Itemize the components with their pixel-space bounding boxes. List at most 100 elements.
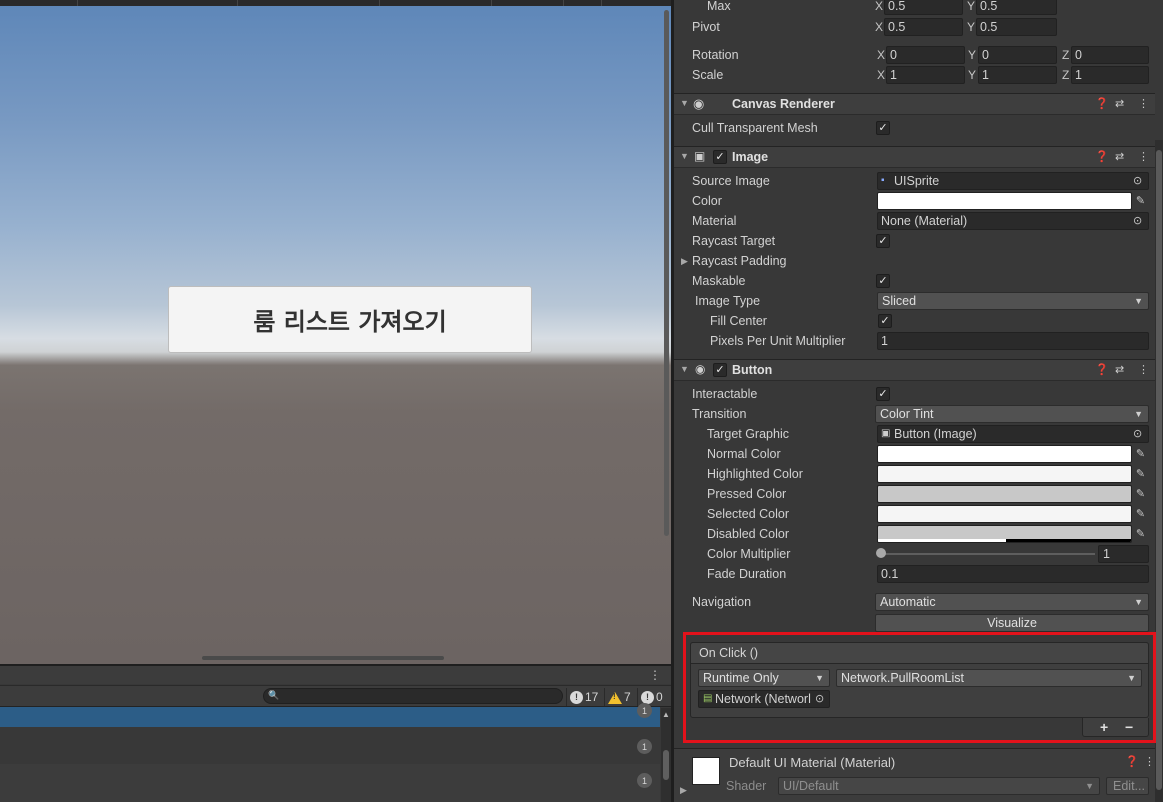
max-x-field[interactable]: 0.5: [884, 0, 963, 15]
chevron-down-icon: ▼: [1134, 296, 1143, 306]
pivot-x-field[interactable]: 0.5: [884, 18, 963, 36]
canvas-renderer-header[interactable]: ▼ ◉ Canvas Renderer ❓ ⇄ ⋮: [674, 93, 1155, 115]
console-menu-icon[interactable]: ⋮: [649, 668, 661, 682]
eyedropper-icon[interactable]: ✎: [1132, 485, 1149, 503]
highlighted-color-field[interactable]: [877, 465, 1132, 483]
object-picker-icon[interactable]: ⊙: [1133, 214, 1142, 227]
button-enabled-checkbox[interactable]: ✓: [713, 363, 727, 377]
scale-x-field[interactable]: 1: [886, 66, 965, 84]
shader-edit-button[interactable]: Edit...: [1106, 777, 1149, 795]
rotation-y-field[interactable]: 0: [978, 46, 1057, 64]
console-log-row[interactable]: 1: [0, 736, 660, 756]
cull-transparent-checkbox[interactable]: ✓: [876, 121, 890, 135]
scene-tab[interactable]: [238, 0, 380, 6]
console-search-input[interactable]: 🔍: [263, 688, 563, 704]
object-picker-icon[interactable]: ⊙: [1133, 174, 1142, 187]
more-icon[interactable]: ⋮: [1138, 97, 1149, 110]
scale-z-field[interactable]: 1: [1071, 66, 1149, 84]
scale-label: Scale: [692, 68, 724, 82]
image-type-dropdown[interactable]: Sliced ▼: [877, 292, 1149, 310]
rotation-x-field[interactable]: 0: [886, 46, 965, 64]
scene-tab[interactable]: [380, 0, 492, 6]
preset-icon[interactable]: ⇄: [1115, 97, 1124, 110]
scroll-up-icon[interactable]: ▲: [662, 710, 670, 719]
color-multiplier-label: Color Multiplier: [707, 547, 791, 561]
button-header[interactable]: ▼ ◉ ✓ Button ❓ ⇄ ⋮: [674, 359, 1155, 381]
image-enabled-checkbox[interactable]: ✓: [713, 150, 727, 164]
inspector-scroll-thumb[interactable]: [1156, 150, 1162, 790]
pressed-color-field[interactable]: [877, 485, 1132, 503]
more-icon[interactable]: ⋮: [1144, 755, 1155, 768]
help-icon[interactable]: ❓: [1095, 363, 1109, 376]
eyedropper-icon[interactable]: ✎: [1132, 445, 1149, 463]
source-image-field[interactable]: ▪ UISprite: [877, 172, 1149, 190]
scene-tab[interactable]: [564, 0, 602, 6]
console-log-row[interactable]: 1: [0, 764, 660, 802]
search-icon: 🔍: [268, 690, 280, 700]
preset-icon[interactable]: ⇄: [1115, 150, 1124, 163]
console-scrollbar[interactable]: ▲: [661, 708, 671, 802]
color-field[interactable]: [877, 192, 1132, 210]
help-icon[interactable]: ❓: [1095, 150, 1109, 163]
console-toolbar: 🔍 ! 17 ! 7 ! 0: [0, 685, 671, 707]
foldout-arrow-icon[interactable]: ▼: [680, 364, 689, 374]
help-icon[interactable]: ❓: [1095, 97, 1109, 110]
help-icon[interactable]: ❓: [1125, 755, 1139, 768]
image-title: Image: [732, 150, 769, 164]
pivot-y-field[interactable]: 0.5: [976, 18, 1057, 36]
rotation-label: Rotation: [692, 48, 739, 62]
maskable-checkbox[interactable]: ✓: [876, 274, 890, 288]
image-header[interactable]: ▼ ▣ ✓ Image ❓ ⇄ ⋮: [674, 146, 1155, 168]
scene-tab[interactable]: [0, 0, 78, 6]
color-multiplier-slider[interactable]: [881, 553, 1095, 555]
max-y-field[interactable]: 0.5: [976, 0, 1057, 15]
raycast-padding-label[interactable]: Raycast Padding: [692, 254, 787, 268]
foldout-arrow-icon[interactable]: ▶: [681, 256, 688, 267]
scale-y-field[interactable]: 1: [978, 66, 1057, 84]
interactable-checkbox[interactable]: ✓: [876, 387, 890, 401]
more-icon[interactable]: ⋮: [1138, 150, 1149, 163]
raycast-target-checkbox[interactable]: ✓: [876, 234, 890, 248]
eyedropper-icon[interactable]: ✎: [1132, 192, 1149, 210]
scene-tab[interactable]: [78, 0, 238, 6]
foldout-arrow-icon[interactable]: ▼: [680, 98, 689, 108]
axis-y-label: Y: [968, 48, 977, 62]
game-view[interactable]: 룸 리스트 가져오기: [0, 0, 671, 664]
foldout-arrow-icon[interactable]: ▼: [680, 151, 689, 161]
navigation-dropdown[interactable]: Automatic ▼: [875, 593, 1149, 611]
normal-color-label: Normal Color: [707, 447, 781, 461]
more-icon[interactable]: ⋮: [1138, 363, 1149, 376]
shader-value: UI/Default: [783, 779, 839, 793]
disabled-color-field[interactable]: [877, 525, 1132, 543]
normal-color-field[interactable]: [877, 445, 1132, 463]
scene-horizontal-scrollbar[interactable]: [202, 656, 444, 660]
ppu-multiplier-field[interactable]: 1: [877, 332, 1149, 350]
material-field[interactable]: None (Material): [877, 212, 1149, 230]
console-log-row[interactable]: 1: [0, 703, 660, 727]
eyedropper-icon[interactable]: ✎: [1132, 525, 1149, 543]
slider-knob[interactable]: [876, 548, 886, 558]
object-picker-icon[interactable]: ⊙: [1133, 427, 1142, 440]
scene-vertical-scrollbar[interactable]: [664, 10, 669, 536]
preset-icon[interactable]: ⇄: [1115, 363, 1124, 376]
target-graphic-field[interactable]: ▣ Button (Image): [877, 425, 1149, 443]
alpha-bar: [878, 539, 1006, 542]
pressed-color-label: Pressed Color: [707, 487, 787, 501]
fade-duration-field[interactable]: 0.1: [877, 565, 1149, 583]
selected-color-field[interactable]: [877, 505, 1132, 523]
foldout-arrow-icon[interactable]: ▶: [680, 785, 687, 796]
shader-dropdown[interactable]: UI/Default ▼: [778, 777, 1100, 795]
info-toggle[interactable]: ! 17: [566, 688, 601, 706]
transition-dropdown[interactable]: Color Tint ▼: [875, 405, 1149, 423]
room-list-button[interactable]: 룸 리스트 가져오기: [168, 286, 532, 353]
inspector-scrollbar[interactable]: [1155, 140, 1163, 802]
eyedropper-icon[interactable]: ✎: [1132, 465, 1149, 483]
color-multiplier-field[interactable]: 1: [1098, 545, 1149, 563]
visualize-button[interactable]: Visualize: [875, 614, 1149, 632]
console-scroll-thumb[interactable]: [663, 750, 669, 780]
scene-tab[interactable]: [492, 0, 564, 6]
warning-toggle[interactable]: ! 7: [604, 688, 634, 706]
rotation-z-field[interactable]: 0: [1071, 46, 1149, 64]
eyedropper-icon[interactable]: ✎: [1132, 505, 1149, 523]
fill-center-checkbox[interactable]: ✓: [878, 314, 892, 328]
